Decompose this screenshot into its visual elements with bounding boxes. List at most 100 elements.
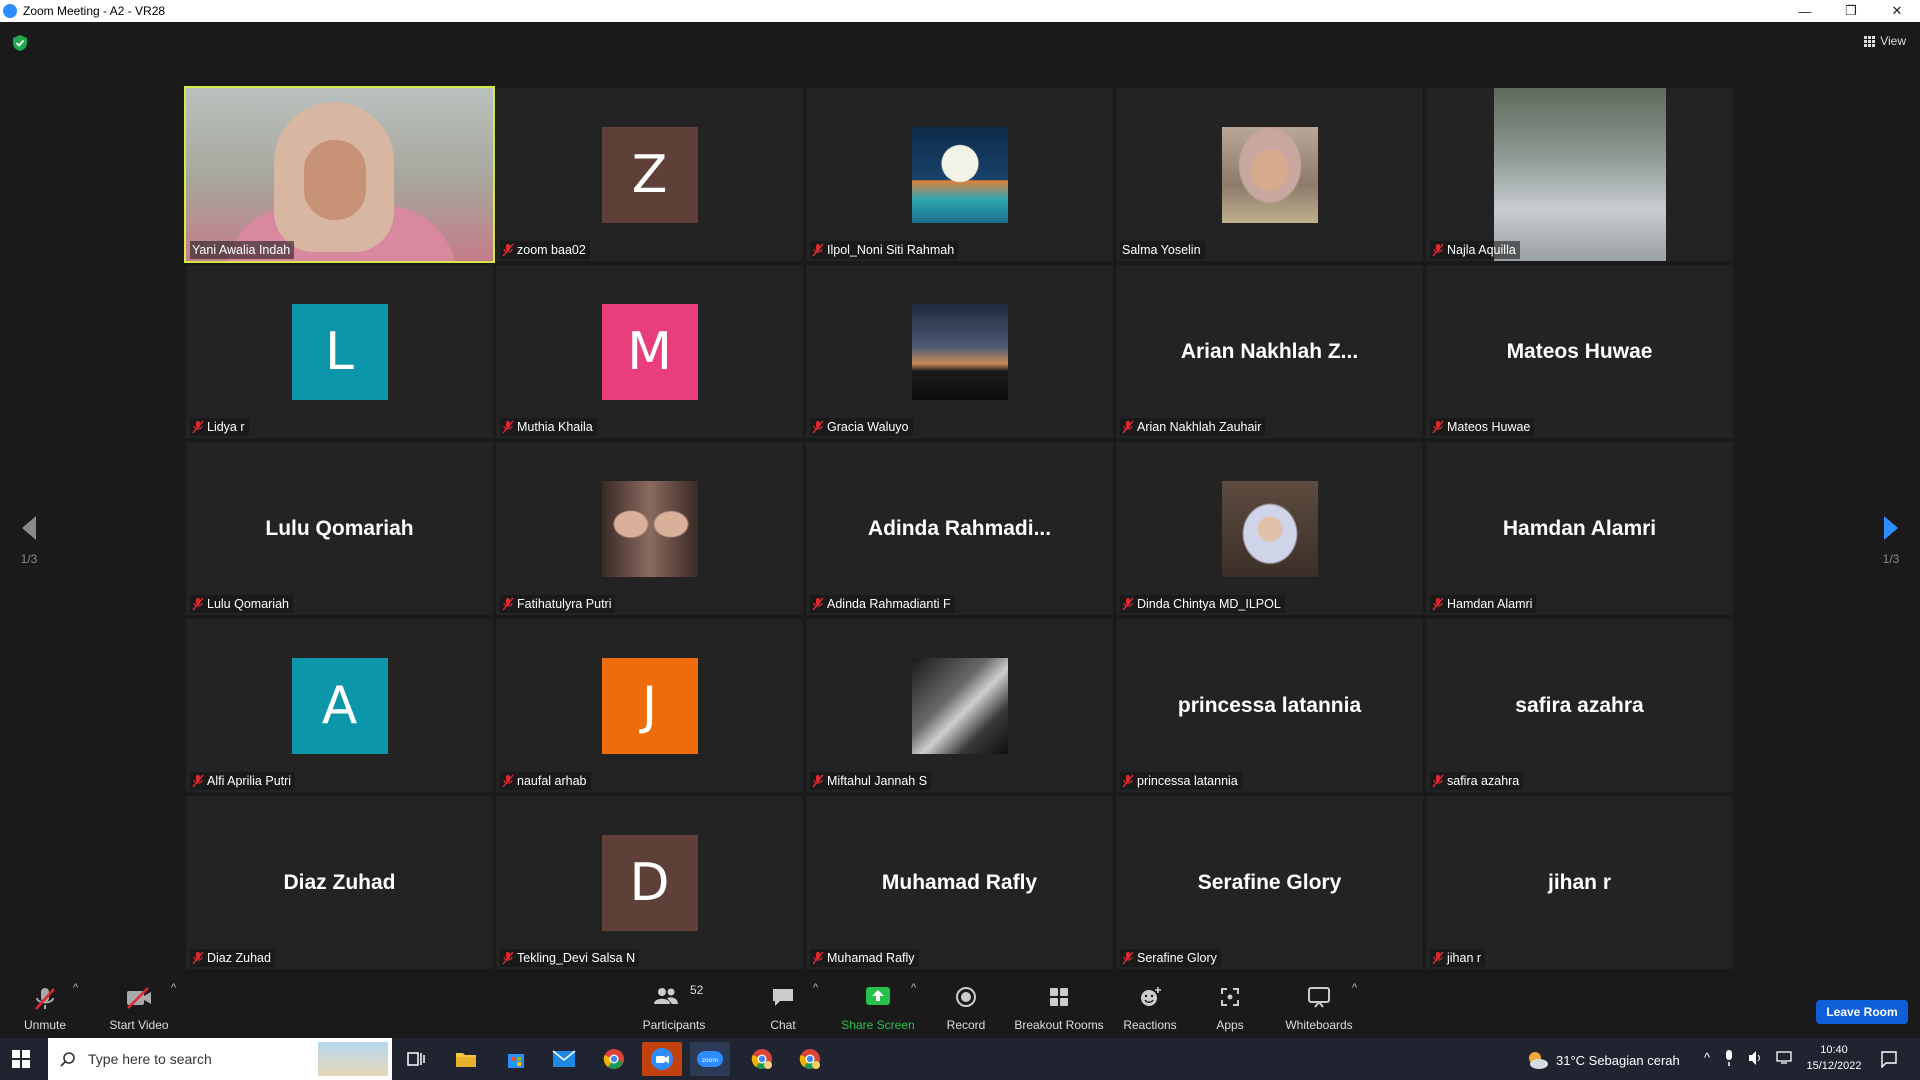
participant-tile[interactable]: Arian Nakhlah Z... Arian Nakhlah Zauhair — [1116, 265, 1423, 438]
page-indicator-right: 1/3 — [1882, 552, 1900, 566]
taskbar-search-input[interactable]: Type here to search — [48, 1038, 392, 1080]
chrome-profile-2-icon[interactable] — [790, 1042, 830, 1076]
participant-avatar: J — [601, 657, 698, 754]
leave-room-button[interactable]: Leave Room — [1816, 1000, 1908, 1024]
weather-widget[interactable]: 31°C Sebagian cerah — [1526, 1050, 1680, 1070]
muted-microphone-icon — [1432, 774, 1444, 788]
participant-name-label: Fatihatulyra Putri — [500, 595, 616, 613]
share-screen-button[interactable]: Share Screen — [838, 976, 918, 1038]
participant-tile[interactable]: Gracia Waluyo — [806, 265, 1113, 438]
participant-name-label: Arian Nakhlah Zauhair — [1120, 418, 1266, 436]
grid-view-icon — [1864, 35, 1876, 47]
minimize-button[interactable]: — — [1782, 0, 1828, 22]
participant-name: Lulu Qomariah — [207, 597, 289, 611]
chat-button[interactable]: Chat — [760, 976, 806, 1038]
muted-microphone-icon — [1122, 597, 1134, 611]
unmute-button[interactable]: Unmute — [14, 976, 76, 1038]
notifications-icon[interactable] — [1880, 1050, 1898, 1068]
participant-display-name: Hamdan Alamri — [1502, 516, 1657, 540]
next-page-button[interactable]: 1/3 — [1871, 514, 1911, 566]
network-icon[interactable] — [1776, 1050, 1792, 1064]
restore-button[interactable]: ❐ — [1828, 0, 1874, 22]
record-label: Record — [946, 1018, 986, 1032]
participant-tile[interactable]: Miftahul Jannah S — [806, 619, 1113, 792]
whiteboard-options-caret-icon[interactable]: ^ — [1352, 982, 1357, 994]
chevron-up-icon[interactable]: ^ — [1704, 1050, 1710, 1066]
chrome-icon[interactable] — [594, 1042, 634, 1076]
participant-tile[interactable]: M Muthia Khaila — [496, 265, 803, 438]
participant-display-name: Serafine Glory — [1197, 870, 1342, 894]
microphone-tray-icon[interactable] — [1724, 1050, 1734, 1066]
participant-avatar: L — [291, 303, 388, 400]
speaker-icon[interactable] — [1748, 1050, 1762, 1066]
clock-date: 15/12/2022 — [1806, 1060, 1862, 1072]
microsoft-store-icon[interactable] — [496, 1042, 536, 1076]
participant-tile[interactable]: A Alfi Aprilia Putri — [186, 619, 493, 792]
close-button[interactable]: ✕ — [1874, 0, 1920, 22]
participant-name-label: Adinda Rahmadianti F — [810, 595, 955, 613]
participant-tile[interactable]: Mateos Huwae Mateos Huwae — [1426, 265, 1733, 438]
participant-tile[interactable]: Fatihatulyra Putri — [496, 442, 803, 615]
muted-microphone-icon — [1122, 420, 1134, 434]
share-options-caret-icon[interactable]: ^ — [911, 982, 916, 994]
task-view-icon[interactable] — [396, 1042, 436, 1076]
participant-tile[interactable]: Salma Yoselin — [1116, 88, 1423, 261]
reactions-button[interactable]: Reactions — [1120, 976, 1180, 1038]
participant-name: Salma Yoselin — [1122, 243, 1201, 257]
zoom-taskbar-icon[interactable] — [642, 1042, 682, 1076]
video-options-caret-icon[interactable]: ^ — [171, 982, 176, 994]
chrome-profile-icon[interactable] — [742, 1042, 782, 1076]
apps-button[interactable]: Apps — [1210, 976, 1250, 1038]
start-video-button[interactable]: Start Video — [104, 976, 174, 1038]
participant-tile[interactable]: D Tekling_Devi Salsa N — [496, 796, 803, 969]
participants-count: 52 — [690, 983, 704, 997]
window-title: Zoom Meeting - A2 - VR28 — [23, 4, 166, 18]
participant-tile[interactable]: safira azahra safira azahra — [1426, 619, 1733, 792]
participant-tile[interactable]: Serafine Glory Serafine Glory — [1116, 796, 1423, 969]
muted-microphone-icon — [1432, 597, 1444, 611]
unmute-label: Unmute — [23, 1018, 67, 1032]
encryption-shield-icon[interactable] — [12, 34, 28, 52]
chat-options-caret-icon[interactable]: ^ — [813, 982, 818, 994]
audio-options-caret-icon[interactable]: ^ — [73, 982, 78, 994]
participant-tile[interactable]: Dinda Chintya MD_ILPOL — [1116, 442, 1423, 615]
participant-profile-photo — [911, 126, 1008, 223]
participant-tile[interactable]: Yani Awalia Indah — [184, 86, 495, 263]
apps-label: Apps — [1216, 1018, 1244, 1032]
search-placeholder: Type here to search — [88, 1051, 212, 1067]
participant-name-label: Hamdan Alamri — [1430, 595, 1537, 613]
muted-microphone-icon — [1122, 774, 1134, 788]
participant-tile[interactable]: Hamdan Alamri Hamdan Alamri — [1426, 442, 1733, 615]
participant-name-label: Tekling_Devi Salsa N — [500, 949, 640, 967]
tray-icons: ^ — [1704, 1050, 1792, 1066]
apps-icon — [1221, 988, 1239, 1006]
view-button[interactable]: View — [1864, 34, 1906, 48]
participant-tile[interactable]: Jnaufal arhab — [496, 619, 803, 792]
zoom-meeting-taskbar-icon[interactable]: zoom — [690, 1042, 730, 1076]
participant-tile[interactable]: Lulu Qomariah Lulu Qomariah — [186, 442, 493, 615]
participant-tile[interactable]: Adinda Rahmadi... Adinda Rahmadianti F — [806, 442, 1113, 615]
participant-avatar: M — [601, 303, 698, 400]
participant-tile[interactable]: princessa latannia princessa latannia — [1116, 619, 1423, 792]
participant-name: Tekling_Devi Salsa N — [517, 951, 636, 965]
participant-tile[interactable]: L Lidya r — [186, 265, 493, 438]
file-explorer-icon[interactable] — [446, 1042, 486, 1076]
participant-tile[interactable]: Najla Aquilla — [1426, 88, 1733, 261]
taskbar-clock[interactable]: 10:40 15/12/2022 — [1800, 1042, 1868, 1074]
participant-tile[interactable]: Ilpol_Noni Siti Rahmah — [806, 88, 1113, 261]
microphone-muted-icon — [35, 988, 55, 1010]
record-button[interactable]: Record — [940, 976, 992, 1038]
participants-label: Participants — [642, 1018, 706, 1032]
participant-name-label: jihan r — [1430, 949, 1486, 967]
participant-tile[interactable]: Zzoom baa02 — [496, 88, 803, 261]
mail-icon[interactable] — [544, 1042, 584, 1076]
breakout-rooms-button[interactable]: Breakout Rooms — [1012, 976, 1106, 1038]
participant-tile[interactable]: jihan r jihan r — [1426, 796, 1733, 969]
participant-name-label: safira azahra — [1430, 772, 1524, 790]
whiteboards-button[interactable]: Whiteboards — [1280, 976, 1358, 1038]
participant-tile[interactable]: Diaz Zuhad Diaz Zuhad — [186, 796, 493, 969]
previous-page-button[interactable]: 1/3 — [9, 514, 49, 566]
participant-name: Gracia Waluyo — [827, 420, 909, 434]
participant-tile[interactable]: Muhamad Rafly Muhamad Rafly — [806, 796, 1113, 969]
windows-start-icon[interactable] — [12, 1050, 30, 1068]
